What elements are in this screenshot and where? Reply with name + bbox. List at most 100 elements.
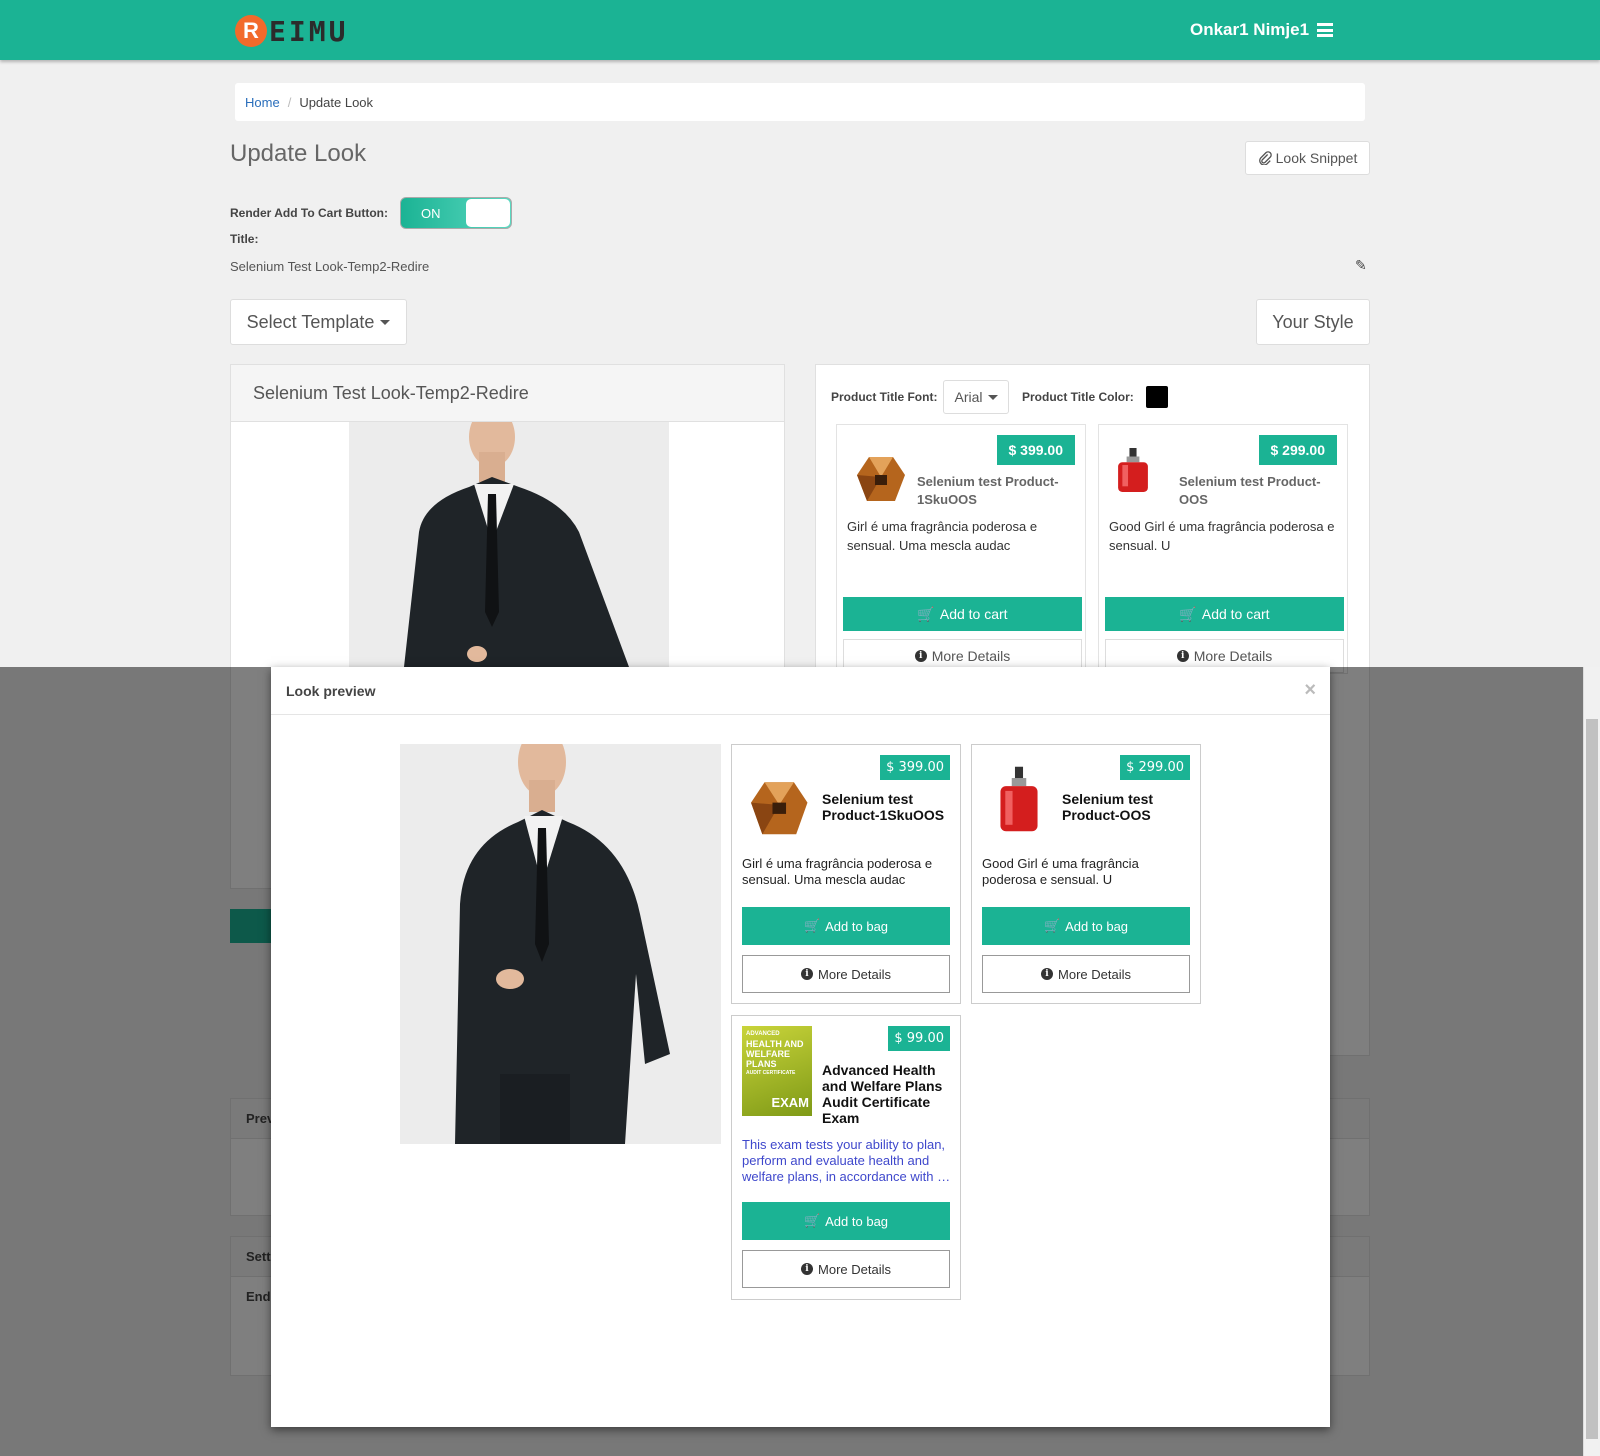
caret-down-icon (380, 319, 391, 325)
suit-model-picture (400, 744, 721, 1144)
breadcrumb-separator: / (287, 94, 292, 110)
add-to-bag-label: Add to bag (825, 918, 889, 934)
add-to-cart-button[interactable]: 🛒 Add to cart (843, 597, 1082, 631)
title-value: Selenium Test Look-Temp2-Redire (230, 259, 430, 274)
more-details-label: More Details (1058, 966, 1131, 982)
look-snippet-label: Look Snippet (1275, 150, 1358, 166)
toggle-state-label: ON (421, 206, 441, 221)
caret-down-icon (987, 394, 998, 400)
toggle-knob (466, 199, 510, 227)
cart-icon: 🛒 (1043, 918, 1061, 933)
product-title-color-label: Product Title Color: (1022, 390, 1134, 404)
title-label: Title: (230, 232, 259, 246)
add-to-bag-button[interactable]: 🛒 Add to bag (742, 1202, 950, 1240)
brand-logo[interactable]: R EIMU (235, 14, 348, 48)
user-menu[interactable]: Onkar1 Nimje1 (1190, 20, 1334, 40)
add-to-bag-label: Add to bag (1065, 918, 1129, 934)
more-details-button[interactable]: i More Details (742, 955, 950, 993)
info-icon: i (801, 1263, 814, 1275)
style-product-card: $ 299.00 Selenium test Product-OOS Good … (1098, 424, 1348, 674)
info-icon: i (801, 968, 814, 980)
cart-icon: 🛒 (917, 605, 935, 622)
edit-title-pencil-icon[interactable]: ✎ (1355, 257, 1367, 274)
product-description: Good Girl é uma fragrância poderosa e se… (1109, 519, 1335, 553)
preview-product-card: $ 299.00 Selenium test Product-OOS Good … (971, 744, 1201, 1004)
select-template-dropdown[interactable]: Select Template (230, 299, 407, 345)
page-title: Update Look (230, 140, 367, 167)
product-title: Advanced Health and Welfare Plans Audit … (822, 1062, 943, 1126)
cart-icon: 🛒 (803, 1213, 821, 1228)
style-product-card: $ 399.00 Selenium test Product-1SkuOOS G… (836, 424, 1086, 674)
breadcrumb-current: Update Look (299, 94, 374, 110)
product-price: $ 99.00 (888, 1026, 950, 1051)
modal-header: Look preview × (271, 667, 1330, 715)
add-to-bag-label: Add to bag (825, 1213, 889, 1229)
info-icon: i (1041, 968, 1054, 980)
logo-wordmark: EIMU (269, 14, 349, 48)
product-title: Selenium test Product-OOS (1179, 474, 1321, 507)
perfume-red-picture (1118, 448, 1148, 492)
more-details-label: More Details (818, 966, 891, 982)
more-details-button[interactable]: i More Details (982, 955, 1190, 993)
product-price: $ 399.00 (880, 755, 950, 780)
preview-product-card: $ 399.00 Selenium test Product-1SkuOOS G… (731, 744, 961, 1004)
info-icon: i (914, 650, 927, 662)
logo-mark: R (235, 15, 267, 47)
your-style-button[interactable]: Your Style (1256, 299, 1370, 345)
select-template-label: Select Template (246, 311, 375, 332)
render-cart-toggle[interactable]: ON (400, 197, 512, 229)
look-image (349, 422, 669, 667)
font-dropdown-value: Arial (954, 389, 983, 405)
close-icon[interactable]: × (1304, 679, 1316, 702)
top-navbar: R EIMU Onkar1 Nimje1 (0, 0, 1600, 60)
more-details-label: More Details (818, 1261, 891, 1277)
breadcrumb-home-link[interactable]: Home (245, 95, 280, 110)
add-to-bag-button[interactable]: 🛒 Add to bag (742, 907, 950, 945)
add-to-cart-label: Add to cart (939, 606, 1008, 622)
add-to-bag-button[interactable]: 🛒 Add to bag (982, 907, 1190, 945)
product-description: This exam tests your ability to plan, pe… (742, 1137, 951, 1184)
perfume-gold-picture (857, 457, 905, 501)
scrollbar-thumb[interactable] (1586, 719, 1598, 1439)
product-title: Selenium test Product-OOS (1062, 791, 1154, 823)
add-to-cart-label: Add to cart (1201, 606, 1270, 622)
info-icon: i (1176, 650, 1189, 662)
modal-title: Look preview (286, 683, 376, 699)
product-price: $ 299.00 (1258, 435, 1337, 465)
paperclip-icon (1258, 151, 1272, 165)
add-to-cart-button[interactable]: 🛒 Add to cart (1105, 597, 1344, 631)
cart-icon: 🛒 (1179, 605, 1197, 622)
product-description: Girl é uma fragrância poderosa e sensual… (742, 856, 933, 887)
product-price: $ 299.00 (1120, 755, 1190, 780)
breadcrumb: Home / Update Look (235, 83, 1365, 121)
title-color-swatch[interactable] (1146, 386, 1168, 408)
modal-look-image (400, 744, 721, 1144)
cart-icon: 🛒 (803, 918, 821, 933)
more-details-label: More Details (931, 648, 1011, 664)
product-title: Selenium test Product-1SkuOOS (917, 474, 1059, 507)
suit-model-picture (349, 422, 669, 667)
perfume-gold-picture (751, 782, 808, 835)
preview-product-card: $ 99.00 ADVANCED HEALTH AND WELFARE PLAN… (731, 1015, 961, 1300)
hamburger-menu-icon[interactable] (1317, 23, 1334, 37)
product-title: Selenium test Product-1SkuOOS (822, 791, 945, 823)
product-title-font-label: Product Title Font: (831, 390, 938, 404)
more-details-label: More Details (1193, 648, 1273, 664)
font-dropdown[interactable]: Arial (943, 380, 1009, 414)
your-style-label: Your Style (1272, 311, 1354, 332)
user-name: Onkar1 Nimje1 (1190, 20, 1310, 39)
look-snippet-button[interactable]: Look Snippet (1245, 141, 1370, 175)
exam-cover-text-bottom: EXAM (771, 1095, 809, 1110)
exam-cover-text-mid: HEALTH AND WELFARE PLANS (746, 1039, 804, 1069)
modal-scrollbar[interactable] (1583, 667, 1600, 1456)
exam-cover-picture: ADVANCED HEALTH AND WELFARE PLANS AUDIT … (742, 1026, 812, 1116)
product-price: $ 399.00 (996, 435, 1075, 465)
product-description: Girl é uma fragrância poderosa e sensual… (847, 519, 1038, 553)
more-details-button[interactable]: i More Details (742, 1250, 950, 1288)
exam-cover-text-sub: AUDIT CERTIFICATE (746, 1070, 796, 1076)
look-panel-heading: Selenium Test Look-Temp2-Redire (231, 365, 784, 422)
product-description: Good Girl é uma fragrância poderosa e se… (982, 856, 1139, 887)
exam-cover-text-top: ADVANCED (746, 1031, 780, 1037)
look-preview-modal: Look preview × $ 399.00 Selenium test Pr… (271, 667, 1330, 1427)
render-cart-label: Render Add To Cart Button: (230, 206, 388, 220)
